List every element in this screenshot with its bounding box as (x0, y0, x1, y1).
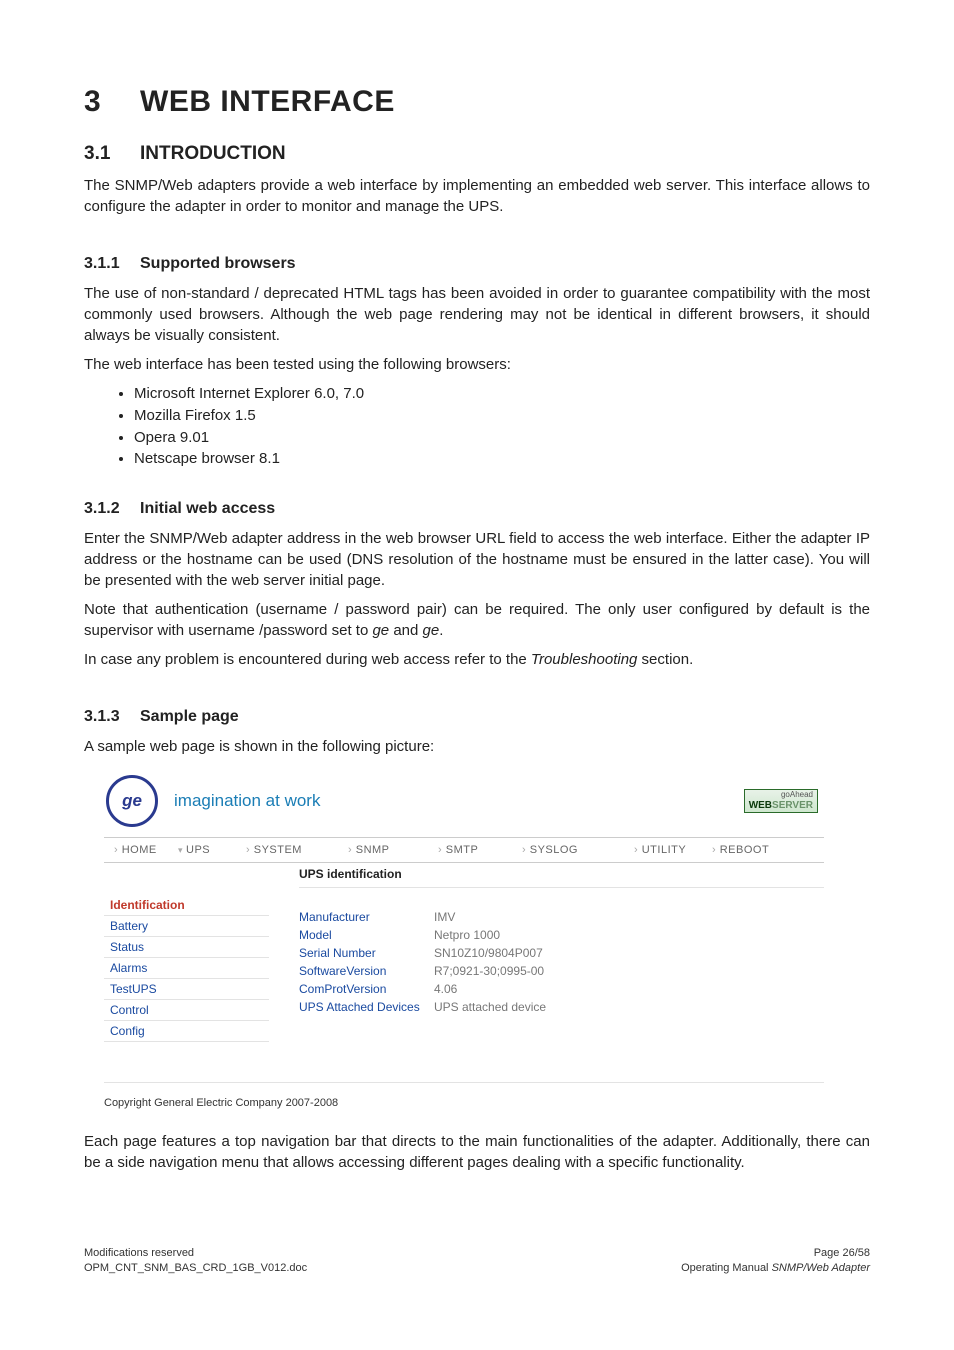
section-heading: 3.1INTRODUCTION (84, 143, 870, 165)
subsection-heading: 3.1.1Supported browsers (84, 255, 870, 273)
paragraph: Note that authentication (username / pas… (84, 599, 870, 641)
nav-ups[interactable]: UPS (178, 844, 244, 856)
paragraph: Enter the SNMP/Web adapter address in th… (84, 528, 870, 591)
tagline: imagination at work (174, 791, 320, 811)
nav-reboot[interactable]: REBOOT (712, 844, 792, 856)
chapter-title: WEB INTERFACE (140, 85, 395, 118)
table-row: SoftwareVersionR7;0921-30;0995-00 (299, 962, 546, 980)
side-battery[interactable]: Battery (104, 916, 269, 937)
nav-system[interactable]: SYSTEM (246, 844, 346, 856)
list-item: Microsoft Internet Explorer 6.0, 7.0 (134, 383, 870, 405)
page-footer: Modifications reserved OPM_CNT_SNM_BAS_C… (84, 1246, 870, 1276)
paragraph: A sample web page is shown in the follow… (84, 736, 870, 757)
side-alarms[interactable]: Alarms (104, 958, 269, 979)
browser-list: Microsoft Internet Explorer 6.0, 7.0 Moz… (134, 383, 870, 470)
side-identification[interactable]: Identification (104, 895, 269, 916)
list-item: Opera 9.01 (134, 427, 870, 449)
side-testups[interactable]: TestUPS (104, 979, 269, 1000)
nav-smtp[interactable]: SMTP (438, 844, 520, 856)
side-status[interactable]: Status (104, 937, 269, 958)
subsection-heading: 3.1.2Initial web access (84, 500, 870, 518)
table-row: ComProtVersion4.06 (299, 980, 546, 998)
paragraph: Each page features a top navigation bar … (84, 1131, 870, 1173)
list-item: Mozilla Firefox 1.5 (134, 405, 870, 427)
nav-syslog[interactable]: SYSLOG (522, 844, 632, 856)
ge-logo-icon: ge (106, 775, 158, 827)
nav-utility[interactable]: UTILITY (634, 844, 710, 856)
paragraph: In case any problem is encountered durin… (84, 649, 870, 670)
nav-snmp[interactable]: SNMP (348, 844, 436, 856)
subsection-heading: 3.1.3Sample page (84, 708, 870, 726)
paragraph: The use of non-standard / deprecated HTM… (84, 283, 870, 346)
ident-table: ManufacturerIMV ModelNetpro 1000 Serial … (299, 908, 546, 1016)
table-row: Serial NumberSN10Z10/9804P007 (299, 944, 546, 962)
shot-copyright: Copyright General Electric Company 2007-… (104, 1082, 824, 1109)
list-item: Netscape browser 8.1 (134, 448, 870, 470)
nav-home[interactable]: HOME (114, 844, 176, 856)
side-control[interactable]: Control (104, 1000, 269, 1021)
panel-title: UPS identification (299, 863, 824, 888)
table-row: UPS Attached DevicesUPS attached device (299, 998, 546, 1016)
paragraph: The web interface has been tested using … (84, 354, 870, 375)
sample-screenshot: ge imagination at work goAhead WEBSERVER… (104, 775, 824, 1109)
paragraph: The SNMP/Web adapters provide a web inte… (84, 175, 870, 217)
side-nav: Identification Battery Status Alarms Tes… (104, 863, 269, 1042)
table-row: ManufacturerIMV (299, 908, 546, 926)
table-row: ModelNetpro 1000 (299, 926, 546, 944)
chapter-number: 3 (84, 85, 140, 119)
side-config[interactable]: Config (104, 1021, 269, 1042)
top-nav: HOME UPS SYSTEM SNMP SMTP SYSLOG UTILITY… (104, 837, 824, 863)
webserver-badge: goAhead WEBSERVER (744, 789, 818, 813)
chapter-heading: 3WEB INTERFACE (84, 85, 870, 119)
